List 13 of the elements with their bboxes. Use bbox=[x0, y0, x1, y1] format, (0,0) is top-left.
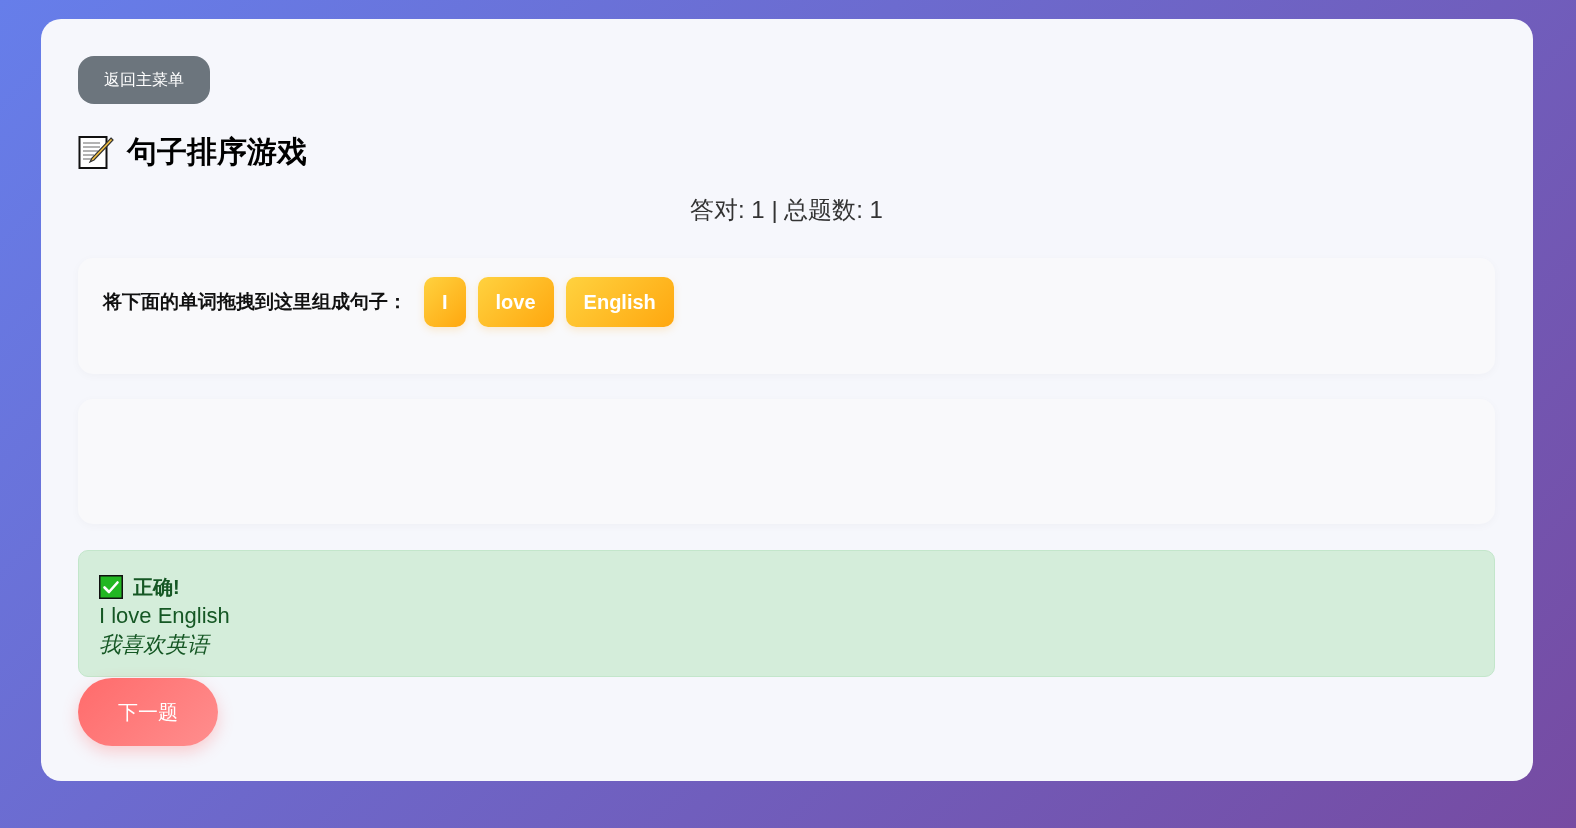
translation-text: 我喜欢英语 bbox=[99, 631, 212, 659]
sentence-text: I love English bbox=[99, 602, 231, 630]
feedback-heading: 正确! bbox=[133, 574, 180, 600]
page-title: 句子排序游戏 bbox=[127, 134, 307, 170]
word-tile[interactable]: love bbox=[477, 277, 554, 327]
word-tile[interactable]: I bbox=[424, 277, 466, 327]
score-text: 答对: 1 | 总题数: 1 bbox=[689, 195, 884, 225]
memo-pencil-icon bbox=[78, 134, 114, 170]
check-mark-icon bbox=[99, 575, 123, 599]
word-tile[interactable]: English bbox=[565, 277, 674, 327]
back-button[interactable]: 返回主菜单 bbox=[78, 56, 210, 104]
instruction-label: 将下面的单词拖拽到这里组成句子： bbox=[103, 290, 407, 314]
next-question-button[interactable]: 下一题 bbox=[78, 678, 218, 746]
